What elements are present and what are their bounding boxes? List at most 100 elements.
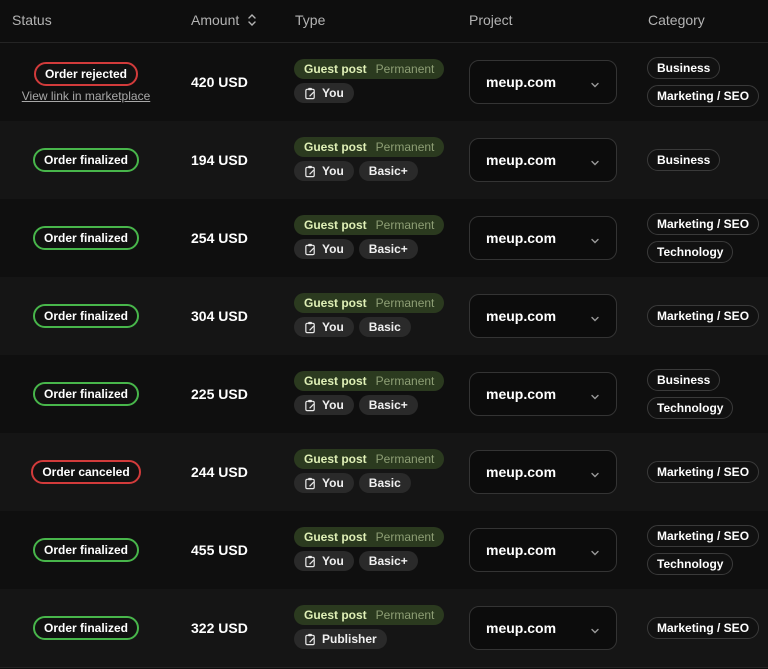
sort-icon[interactable] xyxy=(247,13,257,27)
project-value: meup.com xyxy=(486,230,557,246)
type-badge: Guest post Permanent xyxy=(294,605,445,625)
author-chip: You xyxy=(294,83,354,103)
tier-chip: Basic+ xyxy=(358,161,418,181)
category-badge: Technology xyxy=(647,553,734,575)
author-chip: You xyxy=(294,317,354,337)
author-chip: You xyxy=(294,161,354,181)
category-badge: Marketing / SEO xyxy=(647,461,760,483)
tier-chip: Basic+ xyxy=(358,239,418,259)
header-status[interactable]: Status xyxy=(12,12,52,28)
status-badge: Order finalized xyxy=(32,382,140,406)
status-badge: Order finalized xyxy=(32,616,140,640)
project-value: meup.com xyxy=(486,386,557,402)
type-cell: Guest post Permanent You Basic xyxy=(294,293,445,337)
type-details: You Basic+ xyxy=(294,395,444,415)
status-badge: Order finalized xyxy=(32,538,140,562)
author-label: You xyxy=(322,86,344,100)
type-details: Publisher xyxy=(294,629,444,649)
table-row: Order canceled 244 USD Guest post Permanent… xyxy=(0,433,768,512)
chevron-down-icon xyxy=(590,233,600,244)
type-badge: Guest post Permanent xyxy=(294,449,445,469)
status-cell: Order finalized xyxy=(0,121,172,199)
type-details: You Basic+ xyxy=(294,551,444,571)
chevron-down-icon xyxy=(590,545,600,556)
table-row: Order finalized 322 USD Guest post Permanen… xyxy=(0,589,768,668)
project-select[interactable]: meup.com xyxy=(469,372,617,416)
table-row: Order finalized 254 USD Guest post Permanen… xyxy=(0,199,768,278)
table-row: Order finalized 304 USD Guest post Permanen… xyxy=(0,277,768,356)
amount-value: 455 USD xyxy=(191,542,248,558)
project-select[interactable]: meup.com xyxy=(469,60,617,104)
clipboard-edit-icon xyxy=(304,165,317,178)
category-badge: Technology xyxy=(647,397,734,419)
type-main-label: Guest post xyxy=(304,62,367,76)
amount-value: 194 USD xyxy=(191,152,248,168)
type-cell: Guest post Permanent You Basic+ xyxy=(294,527,445,571)
clipboard-edit-icon xyxy=(304,555,317,568)
type-main-label: Guest post xyxy=(304,374,367,388)
type-badge: Guest post Permanent xyxy=(294,527,445,547)
tier-chip: Basic+ xyxy=(358,551,418,571)
chevron-down-icon xyxy=(590,389,600,400)
type-cell: Guest post Permanent You Basic+ xyxy=(294,137,445,181)
amount-value: 322 USD xyxy=(191,620,248,636)
category-cell: Business Technology xyxy=(647,355,734,433)
header-amount[interactable]: Amount xyxy=(191,12,257,28)
category-badge: Marketing / SEO xyxy=(647,213,760,235)
status-cell: Order finalized xyxy=(0,199,172,277)
table-row: Order finalized 194 USD Guest post Permanen… xyxy=(0,121,768,200)
type-sub-label: Permanent xyxy=(375,140,435,154)
chevron-down-icon xyxy=(590,77,600,88)
marketplace-link[interactable]: View link in marketplace xyxy=(22,89,151,103)
project-select[interactable]: meup.com xyxy=(469,450,617,494)
project-select[interactable]: meup.com xyxy=(469,606,617,650)
header-amount-label: Amount xyxy=(191,12,240,28)
type-details: You xyxy=(294,83,444,103)
author-label: You xyxy=(322,398,344,412)
project-select[interactable]: meup.com xyxy=(469,294,617,338)
type-sub-label: Permanent xyxy=(375,296,435,310)
project-value: meup.com xyxy=(486,464,557,480)
category-cell: Marketing / SEO xyxy=(647,589,760,667)
amount-value: 304 USD xyxy=(191,308,248,324)
table-row: Order finalized 455 USD Guest post Permanen… xyxy=(0,511,768,590)
category-badge: Business xyxy=(647,369,721,391)
type-sub-label: Permanent xyxy=(375,374,435,388)
author-chip: You xyxy=(294,395,354,415)
type-cell: Guest post Permanent You Basic xyxy=(294,449,445,493)
type-details: You Basic xyxy=(294,473,444,493)
clipboard-edit-icon xyxy=(304,399,317,412)
status-cell: Order finalized xyxy=(0,589,172,667)
type-cell: Guest post Permanent Publisher xyxy=(294,605,445,649)
chevron-down-icon xyxy=(590,155,600,166)
project-select[interactable]: meup.com xyxy=(469,216,617,260)
tier-chip: Basic+ xyxy=(358,395,418,415)
project-select[interactable]: meup.com xyxy=(469,138,617,182)
project-select[interactable]: meup.com xyxy=(469,528,617,572)
header-project[interactable]: Project xyxy=(469,12,513,28)
author-chip: You xyxy=(294,239,354,259)
type-main-label: Guest post xyxy=(304,296,367,310)
type-main-label: Guest post xyxy=(304,452,367,466)
type-details: You Basic xyxy=(294,317,444,337)
clipboard-edit-icon xyxy=(304,243,317,256)
status-badge: Order rejected xyxy=(33,61,139,86)
type-details: You Basic+ xyxy=(294,161,444,181)
type-cell: Guest post Permanent You Basic+ xyxy=(294,215,445,259)
status-cell: Order finalized xyxy=(0,511,172,589)
tier-chip: Basic xyxy=(358,473,411,493)
clipboard-edit-icon xyxy=(304,477,317,490)
category-badge: Business xyxy=(647,57,721,79)
category-badge: Business xyxy=(647,149,721,171)
category-cell: Marketing / SEO Technology xyxy=(647,199,760,277)
author-label: You xyxy=(322,164,344,178)
amount-value: 225 USD xyxy=(191,386,248,402)
clipboard-edit-icon xyxy=(304,87,317,100)
table-row: Order rejected View link in marketplace 42… xyxy=(0,43,768,122)
header-category[interactable]: Category xyxy=(648,12,705,28)
type-sub-label: Permanent xyxy=(375,62,435,76)
project-value: meup.com xyxy=(486,308,557,324)
type-sub-label: Permanent xyxy=(375,608,435,622)
header-type[interactable]: Type xyxy=(295,12,325,28)
status-cell: Order canceled xyxy=(0,433,172,511)
